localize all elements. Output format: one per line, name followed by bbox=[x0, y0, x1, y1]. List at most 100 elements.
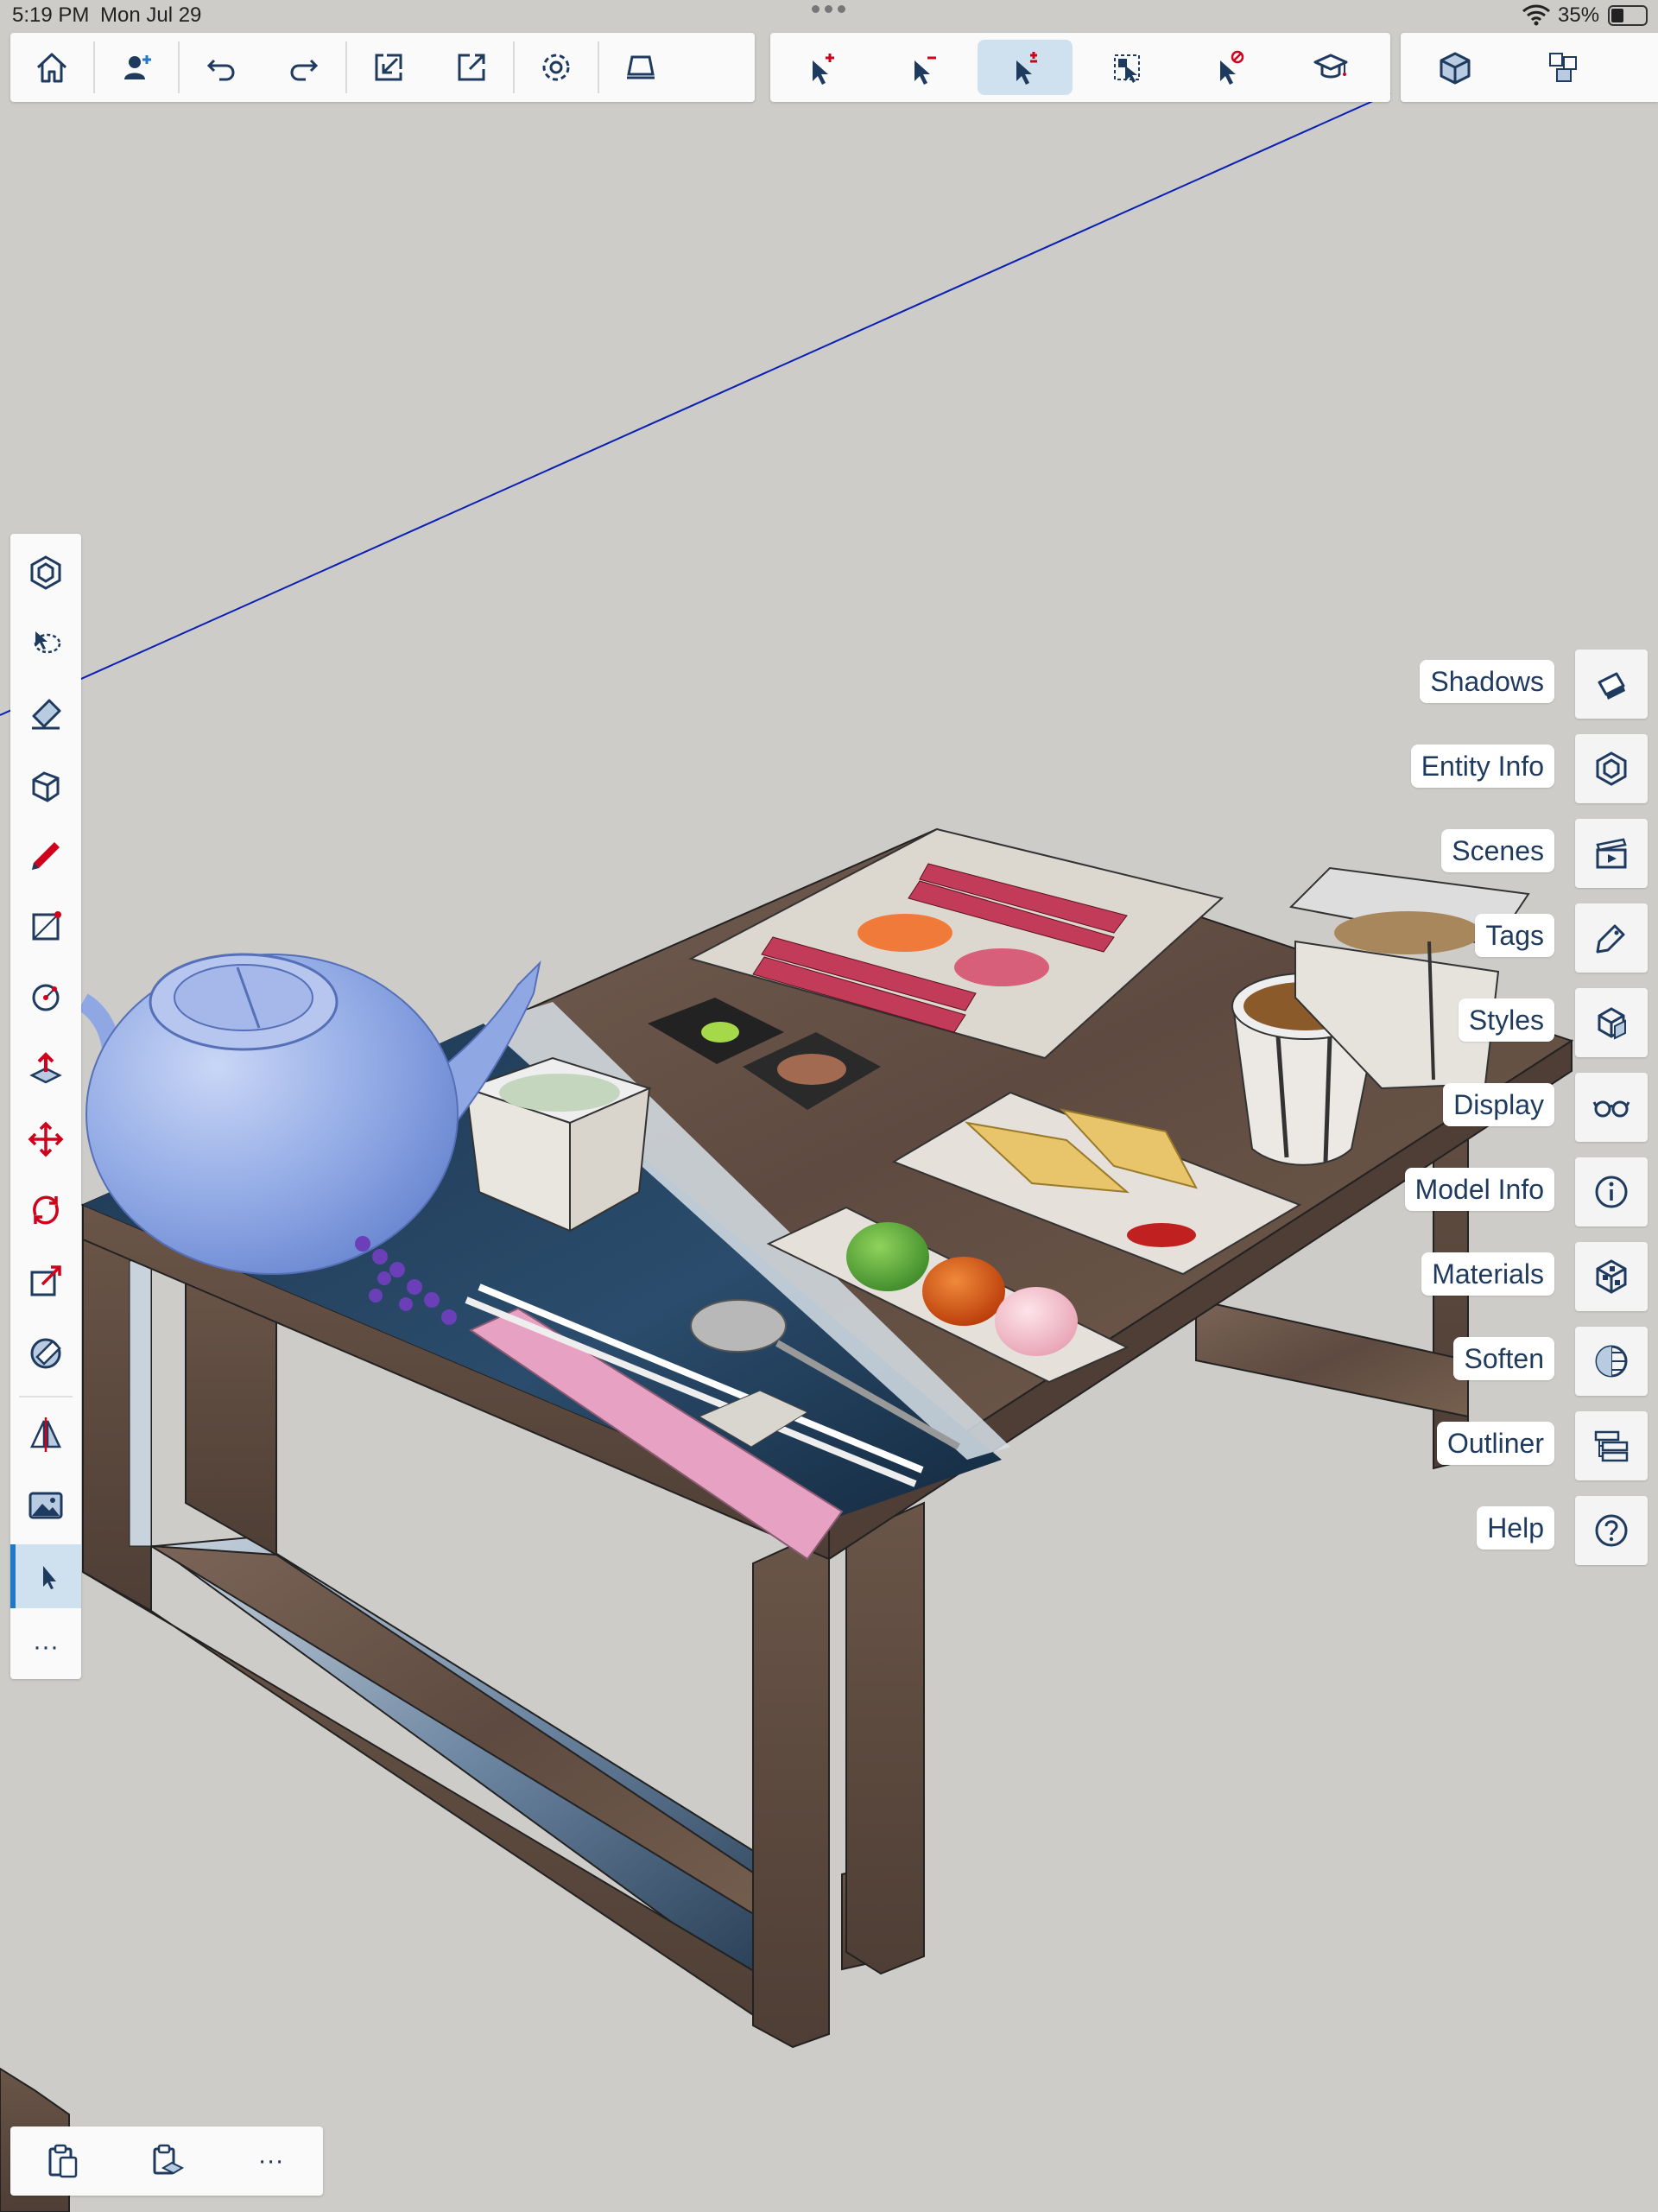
multitasking-dots-icon[interactable] bbox=[812, 5, 845, 13]
paint-bucket-icon bbox=[30, 1338, 61, 1369]
redo-button[interactable] bbox=[263, 40, 345, 95]
mochi-orange bbox=[922, 1257, 1005, 1326]
learn-button[interactable] bbox=[1283, 40, 1378, 95]
status-date: Mon Jul 29 bbox=[100, 3, 202, 27]
status-time: 5:19 PM bbox=[12, 3, 90, 27]
panel-help-button[interactable] bbox=[1575, 1496, 1648, 1565]
more-tools-button[interactable]: ··· bbox=[10, 1615, 81, 1679]
panel-scenes[interactable]: Scenes bbox=[1285, 819, 1648, 888]
lasso-icon bbox=[34, 631, 61, 654]
panel-label[interactable]: Materials bbox=[1421, 1252, 1554, 1296]
lasso-tool-button[interactable] bbox=[10, 612, 81, 675]
settings-button[interactable] bbox=[515, 40, 598, 95]
home-icon bbox=[36, 53, 67, 83]
view-toolbar bbox=[1401, 33, 1658, 102]
panel-label[interactable]: Entity Info bbox=[1410, 745, 1554, 788]
view-section-icon bbox=[1654, 48, 1658, 86]
main-toolbar bbox=[10, 33, 755, 102]
settings-icon bbox=[542, 54, 570, 81]
undo-button[interactable] bbox=[180, 40, 263, 95]
panel-soften-button[interactable] bbox=[1575, 1327, 1648, 1396]
scenes-icon bbox=[1596, 838, 1627, 869]
select-group-icon bbox=[1114, 54, 1140, 83]
panel-shadows[interactable]: Shadows bbox=[1285, 650, 1648, 719]
collaborate-button[interactable] bbox=[95, 40, 178, 95]
panel-help[interactable]: Help bbox=[1285, 1496, 1648, 1565]
eraser-tool-button[interactable] bbox=[10, 682, 81, 746]
panel-outliner[interactable]: Outliner bbox=[1285, 1411, 1648, 1480]
select-add-button[interactable] bbox=[774, 40, 869, 95]
panel-outliner-button[interactable] bbox=[1575, 1411, 1648, 1480]
panel-entity-info-button[interactable] bbox=[1575, 734, 1648, 803]
move-tool-button[interactable] bbox=[10, 1107, 81, 1171]
select-group-button[interactable] bbox=[1079, 40, 1174, 95]
home-button[interactable] bbox=[10, 40, 93, 95]
select-remove-icon bbox=[914, 56, 936, 85]
select-clear-button[interactable] bbox=[1181, 40, 1276, 95]
component-icon bbox=[30, 555, 61, 590]
display-section-button[interactable] bbox=[599, 40, 682, 95]
import-button[interactable] bbox=[347, 40, 430, 95]
panel-display[interactable]: Display bbox=[1285, 1073, 1648, 1142]
panel-label[interactable]: Model Info bbox=[1404, 1168, 1554, 1211]
panel-label[interactable]: Outliner bbox=[1436, 1422, 1554, 1465]
push-pull-tool-button[interactable] bbox=[10, 1036, 81, 1100]
circle-icon bbox=[32, 984, 60, 1011]
panel-styles[interactable]: Styles bbox=[1285, 988, 1648, 1057]
clipboard-button[interactable] bbox=[23, 2133, 101, 2189]
panel-soften[interactable]: Soften bbox=[1285, 1327, 1648, 1396]
bottom-more-button[interactable]: ··· bbox=[232, 2133, 310, 2189]
view-iso-button[interactable] bbox=[1408, 40, 1503, 95]
panel-label[interactable]: Tags bbox=[1475, 914, 1554, 957]
rotate-icon bbox=[33, 1195, 59, 1225]
panel-tags[interactable]: Tags bbox=[1285, 903, 1648, 973]
component-tool-button[interactable] bbox=[10, 541, 81, 605]
display-section-icon bbox=[627, 55, 655, 79]
paste-in-place-button[interactable] bbox=[128, 2133, 206, 2189]
paste-in-place-icon bbox=[153, 2144, 185, 2175]
panel-shadows-button[interactable] bbox=[1575, 650, 1648, 719]
circle-tool-button[interactable] bbox=[10, 966, 81, 1030]
panel-label[interactable]: Display bbox=[1443, 1083, 1554, 1126]
table-leg-front-right bbox=[752, 1527, 830, 2049]
panel-tags-button[interactable] bbox=[1575, 903, 1648, 973]
rectangle-icon bbox=[32, 911, 61, 941]
clipboard-icon bbox=[48, 2144, 78, 2178]
tape-measure-tool-button[interactable] bbox=[10, 753, 81, 817]
panel-styles-button[interactable] bbox=[1575, 988, 1648, 1057]
import-icon bbox=[375, 54, 402, 81]
panel-display-button[interactable] bbox=[1575, 1073, 1648, 1142]
panel-label[interactable]: Help bbox=[1477, 1506, 1554, 1550]
select-remove-button[interactable] bbox=[876, 40, 971, 95]
panel-materials-button[interactable] bbox=[1575, 1242, 1648, 1311]
materials-icon bbox=[1596, 1259, 1627, 1294]
panel-label[interactable]: Styles bbox=[1458, 998, 1554, 1042]
section-plane-icon bbox=[30, 1417, 61, 1452]
scale-tool-button[interactable] bbox=[10, 1249, 81, 1313]
select-toggle-button[interactable] bbox=[978, 40, 1073, 95]
rectangle-tool-button[interactable] bbox=[10, 895, 81, 959]
spoon bbox=[690, 1299, 787, 1353]
select-clear-icon bbox=[1220, 50, 1244, 85]
panel-label[interactable]: Soften bbox=[1453, 1337, 1554, 1380]
panel-entity-info[interactable]: Entity Info bbox=[1285, 734, 1648, 803]
export-button[interactable] bbox=[430, 40, 513, 95]
paint-bucket-tool-button[interactable] bbox=[10, 1320, 81, 1384]
scale-icon bbox=[30, 1265, 61, 1296]
section-plane-tool-button[interactable] bbox=[10, 1403, 81, 1467]
panel-label[interactable]: Scenes bbox=[1441, 829, 1554, 872]
panel-materials[interactable]: Materials bbox=[1285, 1242, 1648, 1311]
pencil-tool-button[interactable] bbox=[10, 824, 81, 888]
panel-label[interactable]: Shadows bbox=[1420, 660, 1554, 703]
image-tool-button[interactable] bbox=[10, 1474, 81, 1537]
view-components-button[interactable] bbox=[1516, 40, 1611, 95]
left-toolbar: ··· bbox=[10, 534, 81, 1679]
selection-toolbar bbox=[770, 33, 1390, 102]
panel-scenes-button[interactable] bbox=[1575, 819, 1648, 888]
panel-model-info-button[interactable] bbox=[1575, 1157, 1648, 1226]
select-icon bbox=[43, 1566, 56, 1589]
rotate-tool-button[interactable] bbox=[10, 1178, 81, 1242]
select-tool-button[interactable] bbox=[10, 1544, 81, 1608]
panel-model-info[interactable]: Model Info bbox=[1285, 1157, 1648, 1226]
view-section-button[interactable] bbox=[1625, 40, 1658, 95]
